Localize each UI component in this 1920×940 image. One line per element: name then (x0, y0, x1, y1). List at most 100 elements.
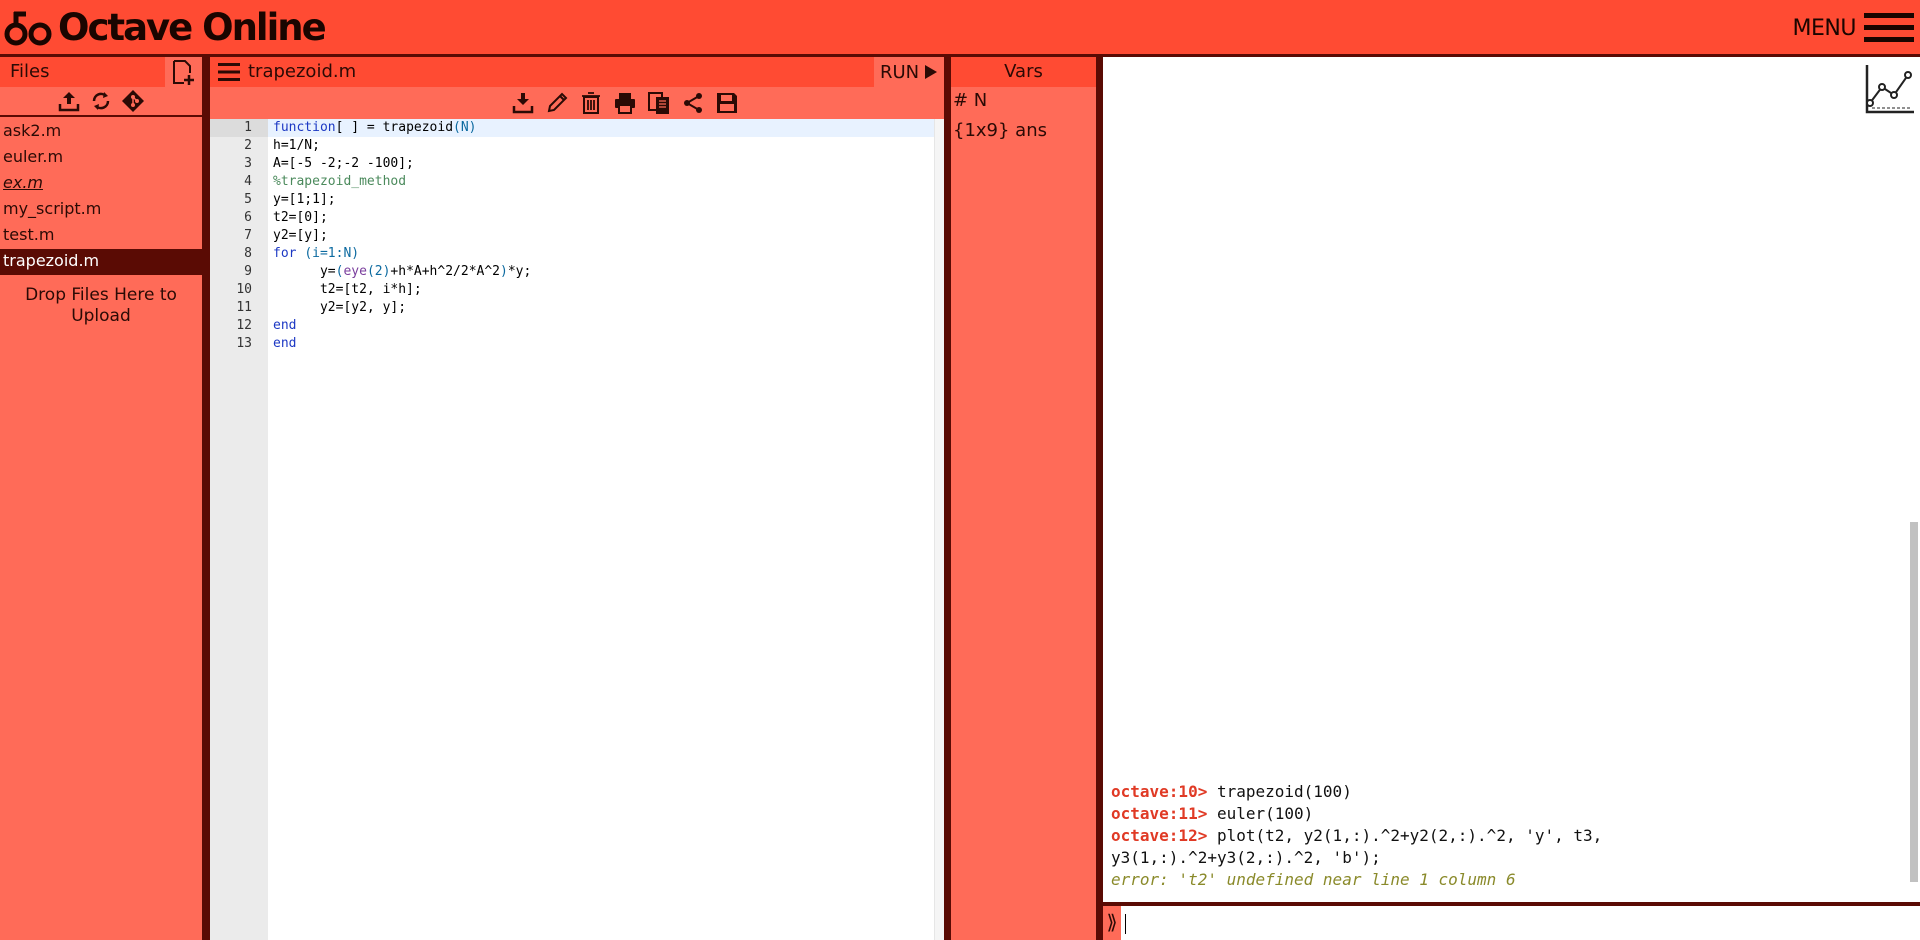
console-scrollbar[interactable] (1910, 522, 1918, 882)
code-line[interactable]: A=[-5 -2;-2 -100]; (268, 155, 934, 173)
code-token: [ ] = trapezoid (335, 120, 454, 135)
code-token: t2=[t2, i*h]; (273, 282, 422, 297)
code-token: y= (273, 264, 336, 279)
line-number: 12 (236, 318, 252, 333)
code-token: +h*A+h^2/2*A^2 (390, 264, 500, 279)
save-icon[interactable] (715, 91, 739, 115)
play-icon (925, 65, 938, 79)
code-line[interactable]: end (268, 335, 934, 353)
line-number: 7 (244, 228, 252, 243)
delete-icon[interactable] (579, 91, 603, 115)
vars-panel: Vars # N {1x9} ans (951, 57, 1096, 940)
editor-header: trapezoid.m RUN (210, 57, 944, 87)
line-number: 8 (244, 246, 252, 261)
code-editor[interactable]: 1 2 3 4 5 6 7 8 9 10 11 12 13 function[ … (210, 119, 944, 940)
console-command: y3(1,:).^2+y3(2,:).^2, 'b'); (1111, 848, 1381, 867)
upload-icon[interactable] (57, 89, 81, 113)
files-panel: Files ask2.m euler.m ex.m my_script.m te… (0, 57, 202, 940)
console-command: euler(100) (1207, 804, 1314, 823)
console-input[interactable] (1123, 910, 1903, 936)
print-icon[interactable] (613, 91, 637, 115)
editor-toolbar (210, 87, 944, 119)
line-number: 11 (236, 300, 252, 315)
share-icon[interactable] (681, 91, 705, 115)
console-input-bar: ⟫ (1103, 904, 1920, 940)
download-icon[interactable] (511, 91, 535, 115)
code-token: end (273, 318, 297, 333)
app-title: Octave Online (58, 5, 327, 49)
line-number: 1 (210, 119, 268, 137)
rename-icon[interactable] (545, 91, 569, 115)
console-line: octave:10> trapezoid(100) (1111, 781, 1891, 803)
code-token: t2=[0]; (273, 210, 328, 225)
code-token: function (273, 120, 336, 135)
menu-label: MENU (1792, 15, 1857, 41)
file-item-ex[interactable]: ex.m (0, 171, 202, 197)
git-icon[interactable] (121, 89, 145, 113)
new-file-icon[interactable] (170, 59, 196, 85)
files-toolbar (0, 87, 202, 117)
code-token: end (273, 336, 297, 351)
code-token: ) (500, 264, 508, 279)
code-line[interactable]: y=(eye(2)+h*A+h^2/2*A^2)*y; (268, 263, 934, 281)
editor-filename: trapezoid.m (248, 61, 357, 82)
code-token: y=[1;1]; (273, 192, 336, 207)
code-token: y2=[y2, y]; (273, 300, 407, 315)
logo[interactable]: Octave Online (4, 4, 327, 50)
line-number: 5 (244, 192, 252, 207)
files-title: Files (0, 57, 165, 87)
file-list: ask2.m euler.m ex.m my_script.m test.m t… (0, 119, 202, 275)
line-number: 2 (244, 138, 252, 153)
code-token: y2=[y]; (273, 228, 328, 243)
line-number: 4 (244, 174, 252, 189)
code-token: A=[-5 -2;-2 -100]; (273, 156, 414, 171)
run-label: RUN (880, 61, 920, 83)
var-item-n[interactable]: # N (953, 90, 987, 111)
code-token: %trapezoid_method (273, 174, 407, 189)
code-lines[interactable]: function[ ] = trapezoid(N) h=1/N; A=[-5 -2… (268, 119, 934, 353)
editor-scrollbar[interactable] (934, 119, 944, 940)
console-command: trapezoid(100) (1207, 782, 1352, 801)
code-line[interactable]: %trapezoid_method (268, 173, 934, 191)
plot-icon[interactable] (1864, 63, 1916, 115)
console-prompt: octave:12> (1111, 826, 1208, 845)
hamburger-menu-icon (1864, 13, 1914, 42)
code-line[interactable]: h=1/N; (268, 137, 934, 155)
file-item-test[interactable]: test.m (0, 223, 202, 249)
drop-zone[interactable]: Drop Files Here to Upload (0, 285, 202, 327)
menu-button[interactable]: MENU (1793, 10, 1914, 46)
code-token: (N) (453, 120, 477, 135)
code-line[interactable]: y=[1;1]; (268, 191, 934, 209)
console-prompt: octave:10> (1111, 782, 1208, 801)
console-output-panel: octave:10> trapezoid(100) octave:11> eul… (1103, 57, 1920, 902)
code-token: (i=1:N) (304, 246, 360, 261)
code-token: eye (343, 264, 367, 279)
console-command: plot(t2, y2(1,:).^2+y2(2,:).^2, 'y', t3, (1207, 826, 1603, 845)
octave-logo-icon (4, 11, 52, 46)
code-line[interactable]: y2=[y2, y]; (268, 299, 934, 317)
file-item-euler[interactable]: euler.m (0, 145, 202, 171)
console-line: octave:12> plot(t2, y2(1,:).^2+y2(2,:).^… (1111, 825, 1891, 847)
line-number: 3 (244, 156, 252, 171)
console-prompt: octave:11> (1111, 804, 1208, 823)
console-output: octave:10> trapezoid(100) octave:11> eul… (1111, 781, 1891, 891)
refresh-icon[interactable] (89, 89, 113, 113)
copy-icon[interactable] (647, 91, 671, 115)
file-item-my-script[interactable]: my_script.m (0, 197, 202, 223)
run-button[interactable]: RUN (874, 57, 944, 87)
file-item-trapezoid[interactable]: trapezoid.m (0, 249, 202, 275)
file-item-ask2[interactable]: ask2.m (0, 119, 202, 145)
line-number: 13 (236, 336, 252, 351)
vars-title: Vars (951, 57, 1096, 87)
code-line[interactable]: function[ ] = trapezoid(N) (268, 119, 934, 137)
code-line[interactable]: y2=[y]; (268, 227, 934, 245)
editor-menu-icon[interactable] (218, 62, 240, 82)
code-token: h=1/N; (273, 138, 320, 153)
code-line[interactable]: end (268, 317, 934, 335)
code-token: *y; (507, 264, 532, 279)
code-line[interactable]: t2=[t2, i*h]; (268, 281, 934, 299)
code-token: (2) (366, 264, 391, 279)
var-item-ans[interactable]: {1x9} ans (953, 120, 1047, 141)
code-line[interactable]: for (i=1:N) (268, 245, 934, 263)
code-line[interactable]: t2=[0]; (268, 209, 934, 227)
